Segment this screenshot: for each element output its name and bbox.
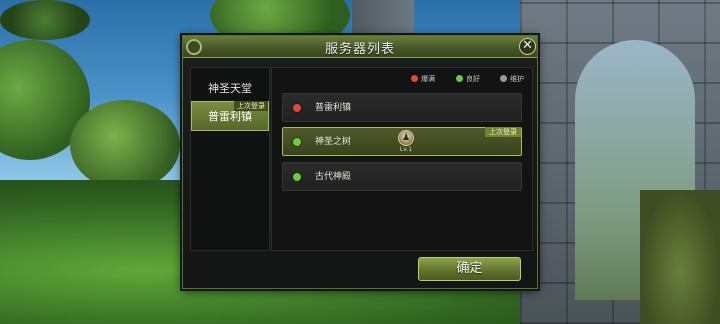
legend-item-good: 良好 bbox=[456, 73, 480, 85]
legend-label: 爆满 bbox=[421, 75, 435, 83]
foliage bbox=[0, 0, 90, 40]
last-login-badge: 上次登录 bbox=[234, 101, 268, 111]
category-item-puleili-zhen[interactable]: 上次登录 普雷利镇 bbox=[191, 101, 269, 131]
character-level: Lv.1 bbox=[399, 146, 413, 153]
status-dot-icon bbox=[500, 75, 507, 82]
server-list: 爆满 良好 维护 普雷利镇 神圣之树 ♟ Lv.1 上次登录 古代神殿 bbox=[271, 67, 533, 251]
status-dot-icon bbox=[293, 104, 301, 112]
legend-item-maintenance: 维护 bbox=[500, 73, 524, 85]
server-name: 神圣之树 bbox=[315, 137, 352, 147]
character-avatar-icon: ♟ bbox=[398, 130, 414, 146]
category-label: 神圣天堂 bbox=[208, 82, 252, 95]
server-list-dialog: 服务器列表 ✕ 神圣天堂 上次登录 普雷利镇 爆满 良好 维护 普雷利镇 神圣之… bbox=[182, 35, 538, 289]
close-icon: ✕ bbox=[522, 38, 533, 53]
legend-item-full: 爆满 bbox=[411, 73, 435, 85]
stone-pillar bbox=[352, 0, 414, 40]
category-list: 神圣天堂 上次登录 普雷利镇 bbox=[190, 67, 270, 251]
confirm-button[interactable]: 确定 bbox=[418, 257, 521, 281]
legend-label: 维护 bbox=[510, 75, 524, 83]
server-name: 古代神殿 bbox=[315, 172, 352, 182]
tree bbox=[70, 100, 180, 190]
status-dot-icon bbox=[293, 138, 301, 146]
server-row-gudai-shendian[interactable]: 古代神殿 bbox=[282, 162, 522, 191]
server-row-shensheng-zhi-shu[interactable]: 神圣之树 ♟ Lv.1 上次登录 bbox=[282, 127, 522, 156]
dialog-title: 服务器列表 bbox=[324, 42, 395, 57]
status-dot-icon bbox=[293, 173, 301, 181]
close-button[interactable]: ✕ bbox=[519, 38, 536, 55]
category-item-shensheng-tiantang[interactable]: 神圣天堂 bbox=[191, 74, 269, 104]
status-legend: 爆满 良好 维护 bbox=[402, 73, 530, 85]
server-name: 普雷利镇 bbox=[315, 103, 352, 113]
status-dot-icon bbox=[456, 75, 463, 82]
ivy bbox=[640, 190, 720, 324]
category-label: 普雷利镇 bbox=[208, 110, 252, 123]
dialog-titlebar: 服务器列表 ✕ bbox=[183, 36, 537, 58]
status-dot-icon bbox=[411, 75, 418, 82]
legend-label: 良好 bbox=[466, 75, 480, 83]
last-login-badge: 上次登录 bbox=[485, 127, 521, 137]
server-row-puleili-zhen[interactable]: 普雷利镇 bbox=[282, 93, 522, 122]
